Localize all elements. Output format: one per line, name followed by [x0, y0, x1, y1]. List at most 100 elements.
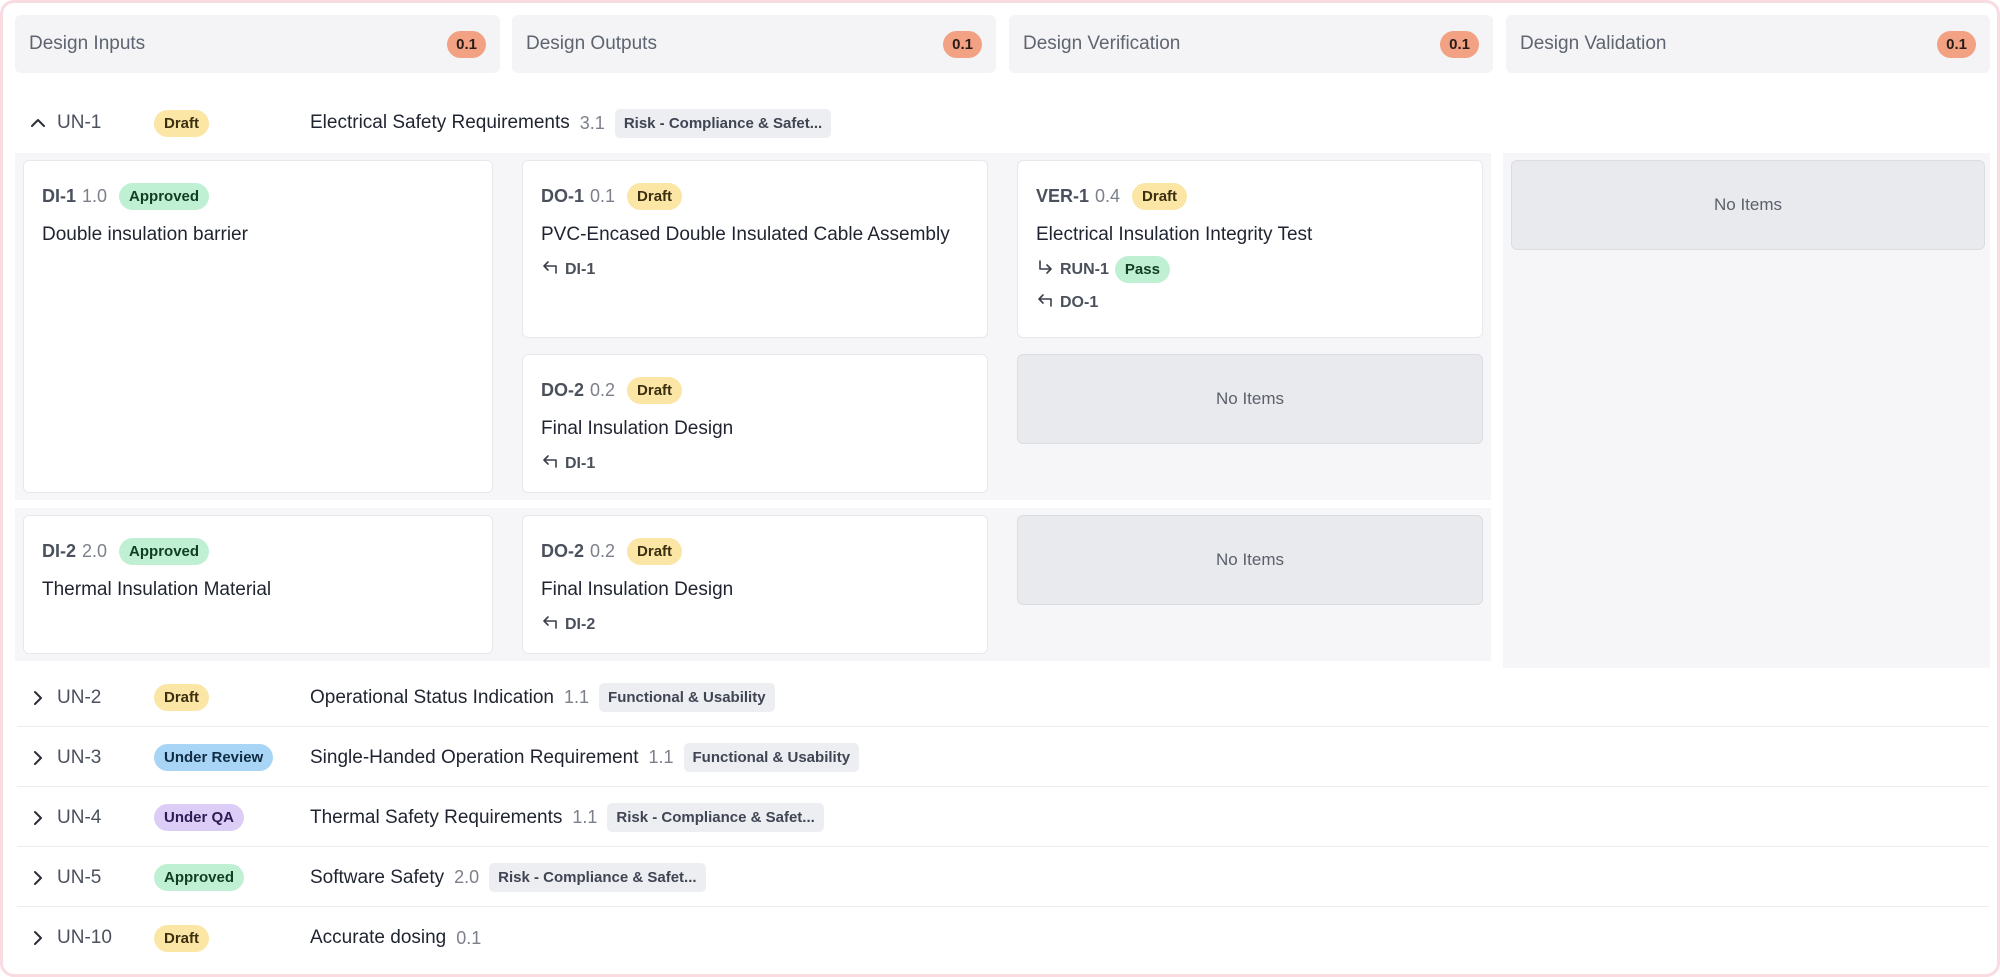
column-header-design-outputs[interactable]: Design Outputs 0.1 [512, 15, 996, 73]
version-number: 0.2 [590, 380, 616, 400]
version-number: 1.1 [572, 807, 598, 827]
design-input-card-di-2[interactable]: DI-2 2.0 Approved Thermal Insulation Mat… [23, 515, 493, 654]
item-id: DI-1 [42, 186, 77, 206]
category-tag: Functional & Usability [599, 683, 775, 712]
category-tag: Risk - Compliance & Safet... [607, 803, 824, 832]
item-id: VER-1 [1036, 186, 1090, 206]
chevron-right-icon[interactable] [27, 867, 49, 889]
user-need-title: Accurate dosing [310, 927, 447, 948]
user-need-row-un-10[interactable]: UN-10 Draft Accurate dosing 0.1 [17, 909, 1989, 967]
user-need-title: Thermal Safety Requirements [310, 806, 563, 828]
chevron-right-icon[interactable] [27, 747, 49, 769]
empty-state-label: No Items [1215, 389, 1285, 408]
column-title: Design Outputs [526, 33, 657, 54]
design-output-card-do-2[interactable]: DO-2 0.2 Draft Final Insulation Design D… [522, 354, 988, 493]
status-badge: Under Review [154, 744, 274, 771]
status-badge: Approved [154, 864, 245, 891]
user-need-title: Single-Handed Operation Requirement [310, 746, 639, 768]
design-output-card-do-2[interactable]: DO-2 0.2 Draft Final Insulation Design D… [522, 515, 988, 654]
design-input-card-di-1[interactable]: DI-1 1.0 Approved Double insulation barr… [23, 160, 493, 493]
chevron-right-icon[interactable] [27, 927, 49, 949]
trace-link-label: DI-1 [565, 454, 596, 472]
item-title: Final Insulation Design [541, 418, 734, 439]
status-badge: Draft [154, 684, 210, 711]
empty-state-validation: No Items [1511, 160, 1985, 250]
status-badge: Approved [119, 183, 210, 210]
item-id: DO-2 [541, 541, 585, 561]
trace-link-label: DO-1 [1060, 293, 1099, 311]
item-title: Double insulation barrier [42, 224, 248, 245]
status-badge: Draft [154, 924, 210, 952]
version-number: 2.0 [454, 867, 480, 887]
chevron-right-icon[interactable] [27, 687, 49, 709]
run-result-badge: Pass [1114, 256, 1170, 283]
count-badge: 0.1 [447, 30, 486, 58]
return-arrow-icon [1036, 291, 1054, 314]
count-badge: 0.1 [943, 30, 982, 58]
status-badge: Approved [119, 538, 210, 565]
version-number: 0.4 [1095, 186, 1121, 206]
column-title: Design Verification [1023, 33, 1181, 54]
empty-state-verification: No Items [1017, 354, 1483, 444]
user-need-id: UN-5 [57, 866, 102, 888]
trace-link[interactable]: DI-1 [541, 258, 969, 281]
user-need-id: UN-3 [57, 746, 102, 768]
verification-card-ver-1[interactable]: VER-1 0.4 Draft Electrical Insulation In… [1017, 160, 1483, 338]
traceability-matrix: Design Inputs 0.1 Design Outputs 0.1 Des… [0, 0, 2000, 977]
return-arrow-icon [541, 452, 559, 475]
empty-state-label: No Items [1713, 195, 1783, 214]
item-title: Final Insulation Design [541, 579, 734, 600]
user-need-title: Operational Status Indication [310, 686, 554, 708]
user-need-row-un-4[interactable]: UN-4 Under QA Thermal Safety Requirement… [17, 789, 1989, 847]
user-need-row-un-1[interactable]: UN-1 Draft Electrical Safety Requirement… [17, 94, 1989, 152]
version-number: 0.2 [590, 541, 616, 561]
item-title: PVC-Encased Double Insulated Cable Assem… [541, 224, 950, 245]
version-number: 1.1 [564, 687, 590, 707]
column-header-design-validation[interactable]: Design Validation 0.1 [1506, 15, 1990, 73]
sub-item-arrow-icon [1036, 258, 1054, 281]
item-id: DO-2 [541, 380, 585, 400]
user-need-id: UN-4 [57, 806, 102, 828]
user-need-row-un-2[interactable]: UN-2 Draft Operational Status Indication… [17, 669, 1989, 727]
user-need-id: UN-1 [57, 112, 102, 133]
chevron-right-icon[interactable] [27, 807, 49, 829]
chevron-up-icon[interactable] [27, 112, 49, 134]
column-title: Design Validation [1520, 33, 1667, 54]
category-tag: Functional & Usability [683, 743, 860, 772]
status-badge: Draft [627, 183, 683, 210]
trace-link[interactable]: DO-1 [1036, 291, 1464, 314]
trace-link-label: DI-1 [565, 260, 596, 278]
version-number: 0.1 [456, 927, 482, 948]
trace-link[interactable]: DI-2 [541, 613, 969, 636]
item-id: DI-2 [42, 541, 77, 561]
user-need-title: Software Safety [310, 866, 445, 888]
user-need-id: UN-10 [57, 927, 112, 948]
item-title: Thermal Insulation Material [42, 579, 272, 600]
return-arrow-icon [541, 258, 559, 281]
empty-state-verification: No Items [1017, 515, 1483, 605]
test-run-link[interactable]: RUN-1 Pass [1036, 256, 1464, 283]
test-run-label: RUN-1 [1060, 260, 1109, 278]
version-number: 0.1 [590, 186, 616, 206]
category-tag: Risk - Compliance & Safet... [614, 108, 832, 138]
user-need-title: Electrical Safety Requirements [310, 112, 570, 133]
status-badge: Draft [1132, 183, 1188, 210]
empty-state-label: No Items [1215, 550, 1285, 569]
version-number: 1.1 [648, 747, 674, 767]
category-tag: Risk - Compliance & Safet... [489, 863, 706, 892]
item-title: Electrical Insulation Integrity Test [1036, 224, 1313, 245]
status-badge: Draft [154, 109, 210, 137]
version-number: 2.0 [82, 541, 108, 561]
design-output-card-do-1[interactable]: DO-1 0.1 Draft PVC-Encased Double Insula… [522, 160, 988, 338]
user-need-row-un-3[interactable]: UN-3 Under Review Single-Handed Operatio… [17, 729, 1989, 787]
user-need-row-un-5[interactable]: UN-5 Approved Software Safety 2.0 Risk -… [17, 849, 1989, 907]
count-badge: 0.1 [1937, 30, 1976, 58]
status-badge: Draft [627, 377, 683, 404]
trace-link-label: DI-2 [565, 615, 596, 633]
trace-link[interactable]: DI-1 [541, 452, 969, 475]
item-id: DO-1 [541, 186, 585, 206]
user-need-id: UN-2 [57, 686, 102, 708]
status-badge: Draft [627, 538, 683, 565]
column-header-design-verification[interactable]: Design Verification 0.1 [1009, 15, 1493, 73]
column-header-design-inputs[interactable]: Design Inputs 0.1 [15, 15, 500, 73]
